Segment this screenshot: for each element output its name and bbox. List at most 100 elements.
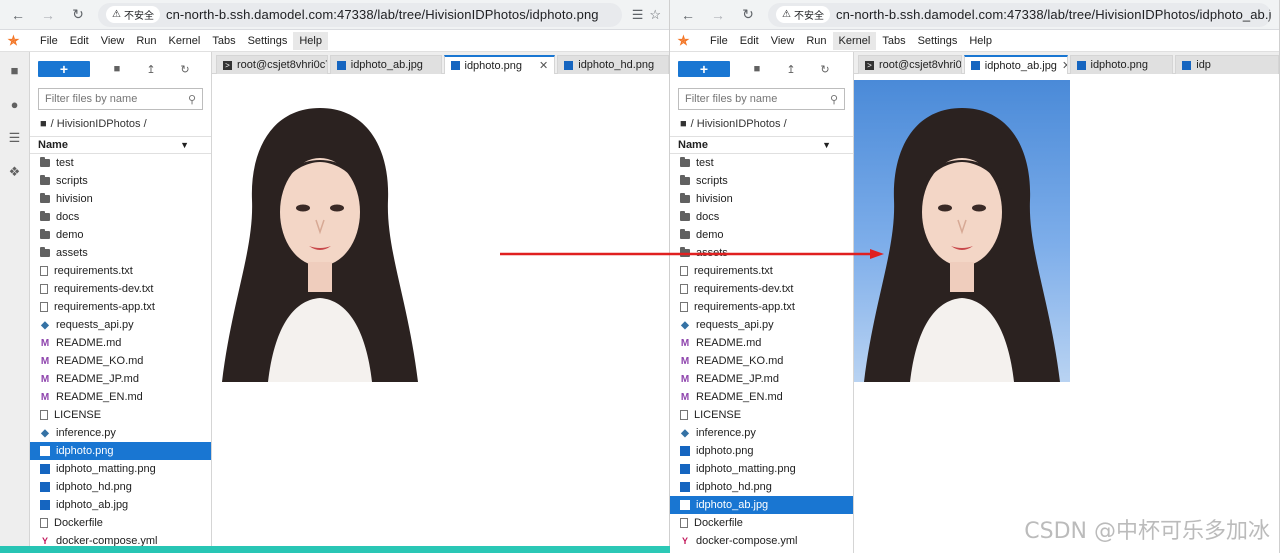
menu-edit[interactable]: Edit [64, 32, 95, 50]
menu-view[interactable]: View [765, 32, 801, 50]
file-row[interactable]: idphoto_hd.png [30, 478, 211, 496]
back-icon[interactable]: ← [678, 5, 698, 25]
breadcrumb-folder-icon[interactable]: ■ [40, 118, 47, 130]
refresh-icon[interactable]: ↻ [178, 63, 192, 76]
file-row[interactable]: demo [670, 226, 853, 244]
file-row[interactable]: requirements.txt [670, 262, 853, 280]
menu-file[interactable]: File [704, 32, 734, 50]
bookmark-star-icon[interactable]: ☆ [649, 7, 661, 23]
filter-input[interactable]: Filter files by name ⚲ [38, 88, 203, 110]
menu-settings[interactable]: Settings [242, 32, 294, 50]
menu-kernel[interactable]: Kernel [832, 31, 877, 50]
address-bar[interactable]: ⚠ 不安全 cn-north-b.ssh.damodel.com:47338/la… [98, 2, 622, 27]
file-row[interactable]: M README_JP.md [670, 370, 853, 388]
file-row[interactable]: docs [670, 208, 853, 226]
file-row[interactable]: hivision [30, 190, 211, 208]
file-row[interactable]: test [30, 154, 211, 172]
menu-kernel[interactable]: Kernel [163, 32, 207, 50]
menu-edit[interactable]: Edit [734, 32, 765, 50]
file-row[interactable]: docs [30, 208, 211, 226]
file-row[interactable]: idphoto_ab.jpg [30, 496, 211, 514]
name-column-header[interactable]: Name ▼ [670, 136, 853, 154]
close-icon[interactable]: ✕ [1062, 59, 1067, 72]
file-row[interactable]: ◆ inference.py [670, 424, 853, 442]
reload-icon[interactable]: ↻ [738, 5, 758, 25]
menu-tabs[interactable]: Tabs [876, 32, 911, 50]
translate-icon[interactable]: ☰ [632, 7, 644, 23]
file-row[interactable]: requirements-dev.txt [670, 280, 853, 298]
file-row[interactable]: M README.md [670, 334, 853, 352]
file-row[interactable]: Ydocker-compose.yml [30, 532, 211, 546]
address-bar[interactable]: ⚠ 不安全 cn-north-b.ssh.damodel.com:47338/la… [768, 2, 1271, 27]
file-row[interactable]: requirements-dev.txt [30, 280, 211, 298]
file-row[interactable]: scripts [30, 172, 211, 190]
menu-settings[interactable]: Settings [912, 32, 964, 50]
tab[interactable]: > root@csjet8vhri0c7: [858, 55, 962, 74]
file-row[interactable]: requirements.txt [30, 262, 211, 280]
close-icon[interactable]: ✕ [539, 59, 548, 72]
file-row[interactable]: assets [30, 244, 211, 262]
file-row[interactable]: idphoto_matting.png [30, 460, 211, 478]
extension-icon[interactable]: ❖ [7, 164, 23, 180]
menu-tabs[interactable]: Tabs [206, 32, 241, 50]
menu-file[interactable]: File [34, 32, 64, 50]
file-row[interactable]: ◆ requests_api.py [30, 316, 211, 334]
new-folder-icon[interactable]: ■ [110, 63, 124, 75]
file-row[interactable]: scripts [670, 172, 853, 190]
reload-icon[interactable]: ↻ [68, 5, 88, 25]
running-icon[interactable]: ● [7, 96, 23, 112]
new-folder-icon[interactable]: ■ [750, 63, 764, 75]
new-launcher-button[interactable]: + [38, 61, 90, 77]
tab[interactable]: idphoto.png [1069, 55, 1174, 74]
file-row[interactable]: M README.md [30, 334, 211, 352]
file-row[interactable]: idphoto_ab.jpg [670, 496, 853, 514]
file-row[interactable]: M README_EN.md [30, 388, 211, 406]
breadcrumb-folder-icon[interactable]: ■ [680, 118, 687, 130]
file-row[interactable]: test [670, 154, 853, 172]
tab[interactable]: idp [1175, 55, 1279, 74]
refresh-icon[interactable]: ↻ [818, 63, 832, 76]
file-row[interactable]: M README_JP.md [30, 370, 211, 388]
file-row[interactable]: Dockerfile [670, 514, 853, 532]
tab[interactable]: idphoto.png ✕ [443, 55, 556, 74]
file-row[interactable]: hivision [670, 190, 853, 208]
tab[interactable]: idphoto_ab.jpg [329, 55, 442, 74]
menu-help[interactable]: Help [963, 32, 998, 50]
filter-input[interactable]: Filter files by name ⚲ [678, 88, 845, 110]
menu-view[interactable]: View [95, 32, 131, 50]
file-row[interactable]: LICENSE [30, 406, 211, 424]
file-row[interactable]: demo [30, 226, 211, 244]
image-icon [1076, 60, 1086, 70]
file-row[interactable]: idphoto_matting.png [670, 460, 853, 478]
menu-help[interactable]: Help [293, 31, 328, 50]
file-row[interactable]: requirements-app.txt [670, 298, 853, 316]
file-row[interactable]: requirements-app.txt [30, 298, 211, 316]
tab[interactable]: > root@csjet8vhri0c7: [216, 55, 328, 74]
tab[interactable]: idphoto_ab.jpg ✕ [963, 55, 1068, 74]
file-row[interactable]: ◆ requests_api.py [670, 316, 853, 334]
security-badge[interactable]: ⚠ 不安全 [776, 6, 830, 23]
name-column-header[interactable]: Name ▼ [30, 136, 211, 154]
file-row[interactable]: Ydocker-compose.yml [670, 532, 853, 550]
new-launcher-button[interactable]: + [678, 61, 730, 77]
file-row[interactable]: M README_EN.md [670, 388, 853, 406]
file-row[interactable]: idphoto_hd.png [670, 478, 853, 496]
file-row[interactable]: Dockerfile [30, 514, 211, 532]
file-row[interactable]: idphoto.png [670, 442, 853, 460]
menu-run[interactable]: Run [130, 32, 162, 50]
forward-icon[interactable]: → [708, 5, 728, 25]
file-row[interactable]: LICENSE [670, 406, 853, 424]
upload-icon[interactable]: ↥ [144, 63, 158, 76]
tab[interactable]: idphoto_hd.png [557, 55, 669, 74]
folder-icon[interactable]: ■ [7, 62, 23, 78]
back-icon[interactable]: ← [8, 5, 28, 25]
file-row[interactable]: idphoto.png [30, 442, 211, 460]
menu-run[interactable]: Run [800, 32, 832, 50]
file-row[interactable]: ◆ inference.py [30, 424, 211, 442]
security-badge[interactable]: ⚠ 不安全 [106, 6, 160, 23]
file-row[interactable]: M README_KO.md [670, 352, 853, 370]
toc-icon[interactable]: ☰ [7, 130, 23, 146]
forward-icon[interactable]: → [38, 5, 58, 25]
file-row[interactable]: M README_KO.md [30, 352, 211, 370]
upload-icon[interactable]: ↥ [784, 63, 798, 76]
